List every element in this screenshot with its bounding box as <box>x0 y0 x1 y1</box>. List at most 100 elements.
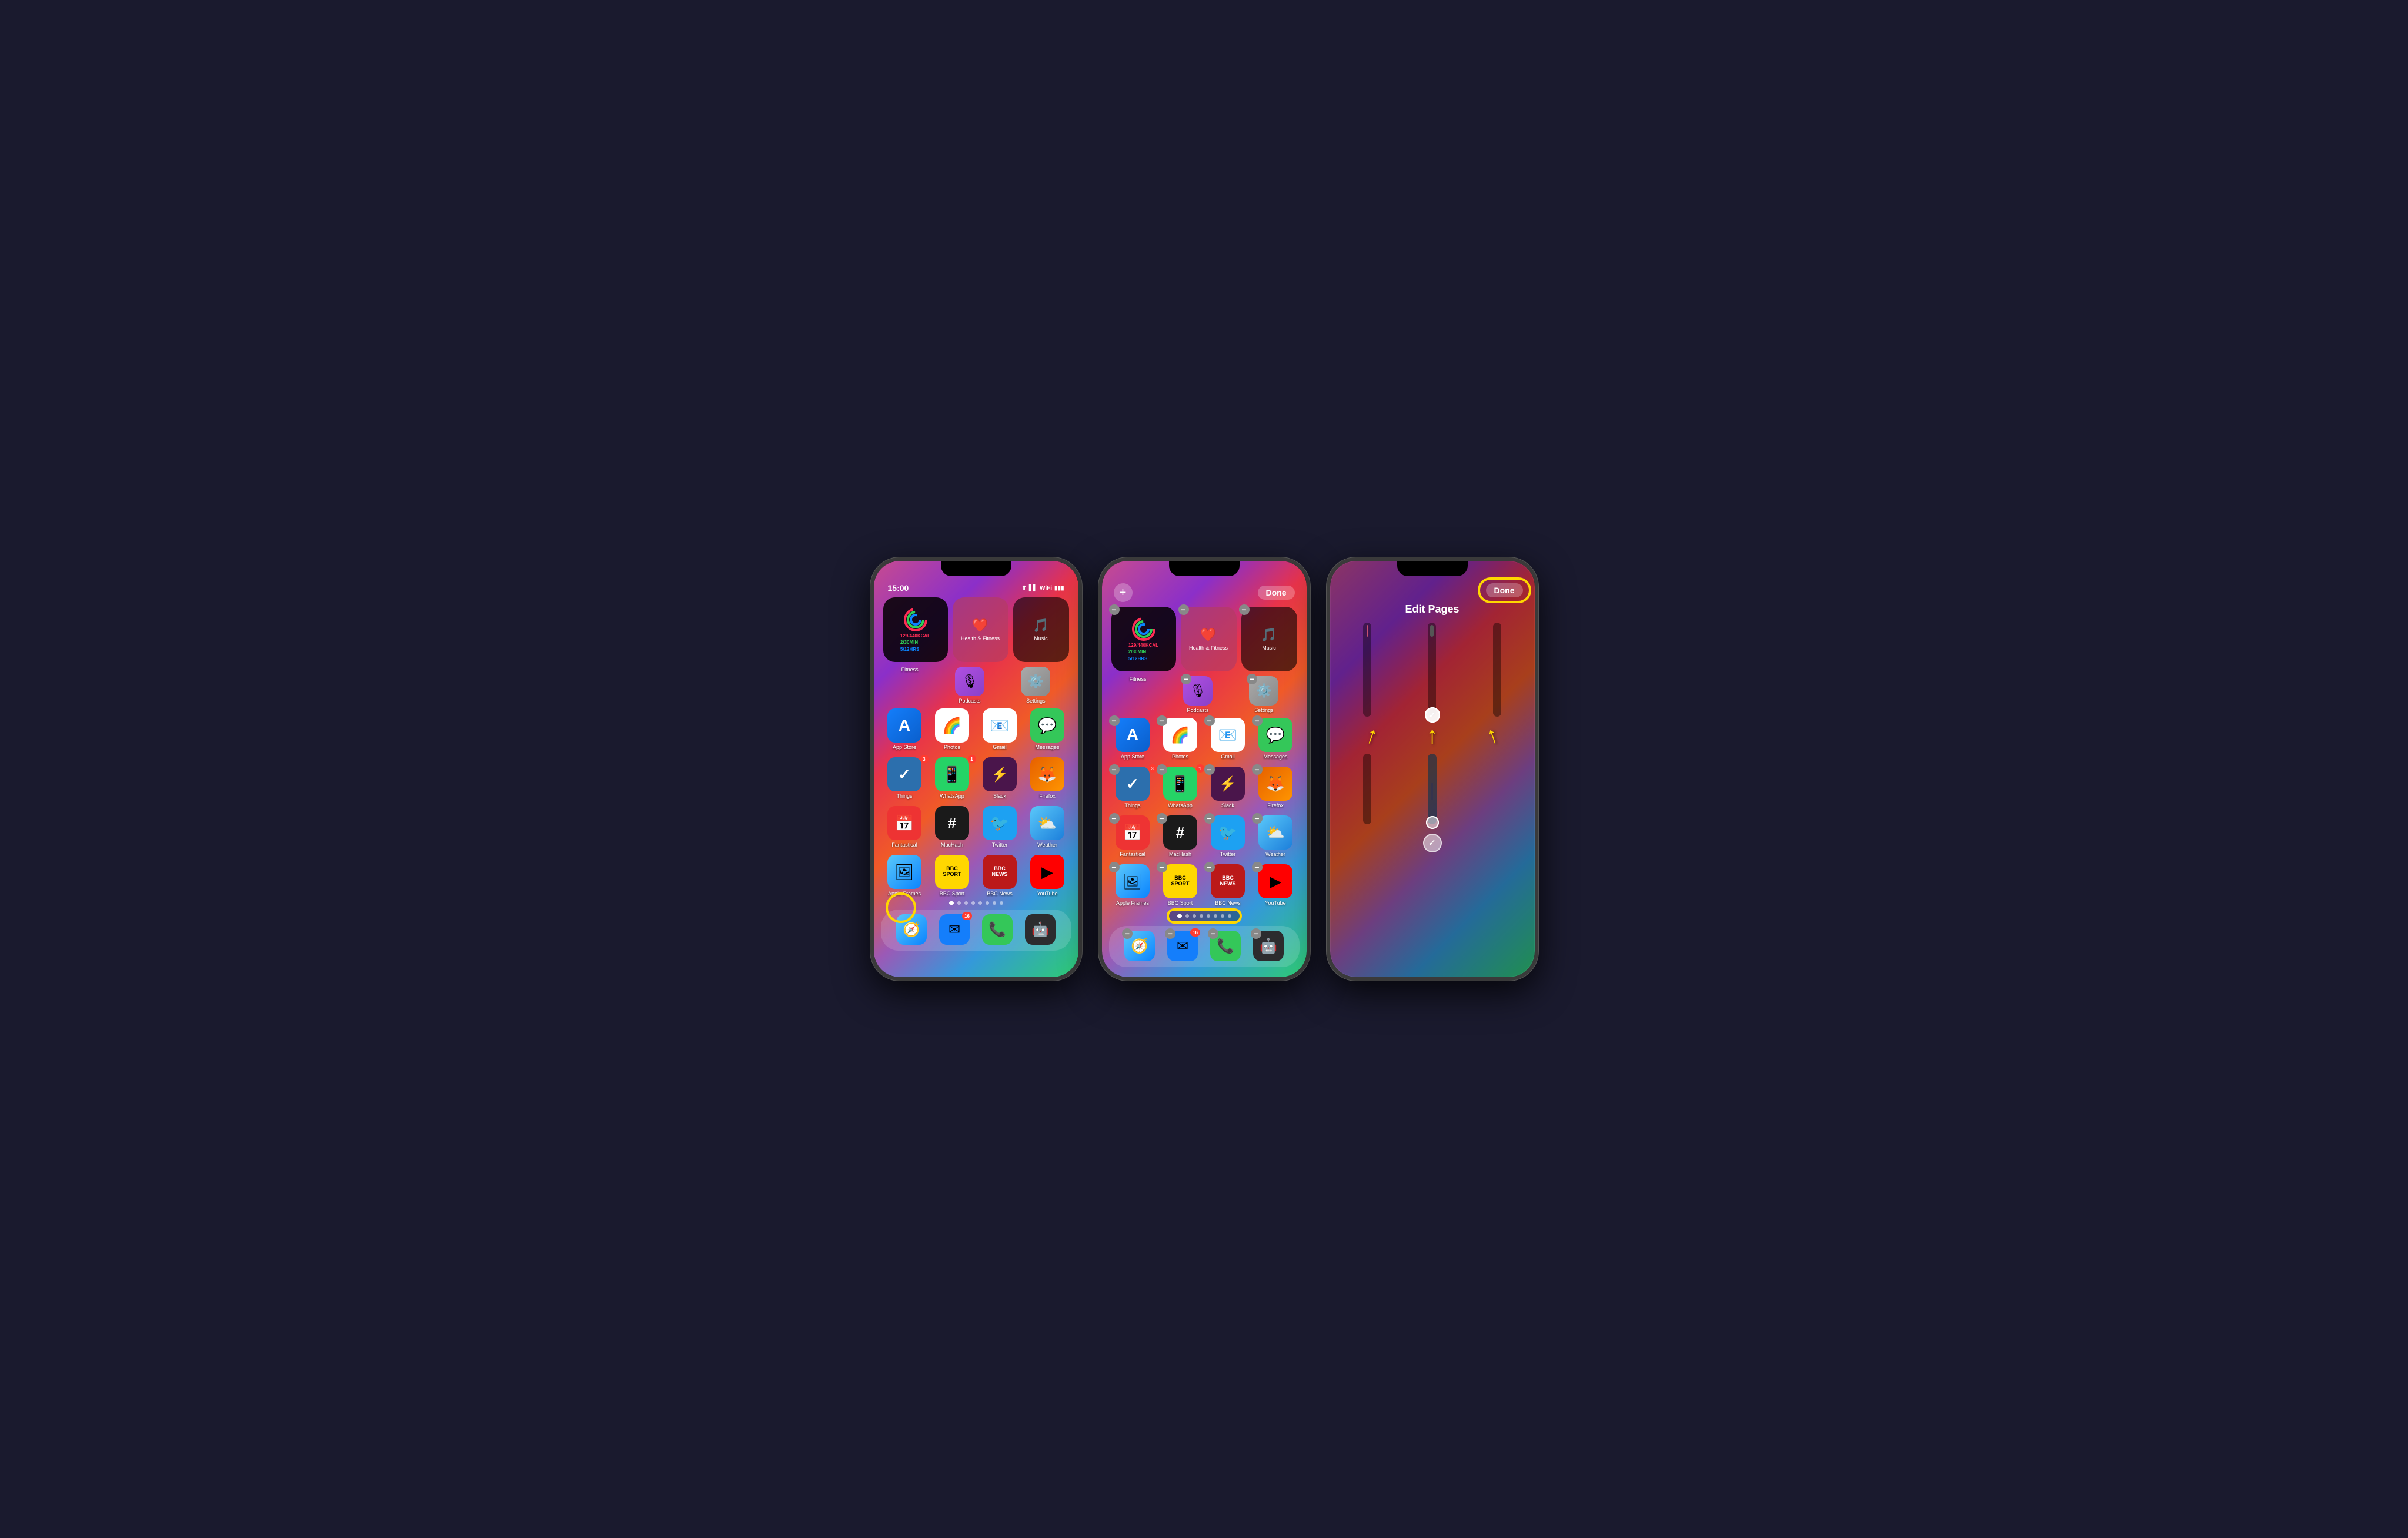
firefox-1[interactable]: 🦊 Firefox <box>1026 757 1069 799</box>
fitness-widget-2[interactable]: − 129/440KCAL 2/30MIN 5/12HRS <box>1111 607 1176 671</box>
whatsapp-minus-2[interactable]: − <box>1157 764 1167 775</box>
mango-minus-dock-2[interactable]: − <box>1251 928 1261 939</box>
bbc-news-2[interactable]: − BBCNEWS BBC News <box>1207 864 1250 906</box>
machash-minus-2[interactable]: − <box>1157 813 1167 824</box>
app-store-minus-2[interactable]: − <box>1109 715 1120 726</box>
mail-dock-1[interactable]: ✉ 16 <box>939 914 970 945</box>
done-button-2[interactable]: Done <box>1258 586 1295 600</box>
mail-dock-2[interactable]: − ✉ 16 <box>1167 931 1198 961</box>
twitter-2[interactable]: − 🐦 Twitter <box>1207 815 1250 857</box>
page-thumb-2[interactable]: ✓ <box>1402 623 1462 717</box>
podcasts-app-1[interactable]: 🎙 Podcasts <box>955 667 984 704</box>
firefox-minus-2[interactable]: − <box>1252 764 1263 775</box>
apple-frames-minus-2[interactable]: − <box>1109 862 1120 872</box>
page-thumb-4[interactable] <box>1337 754 1398 824</box>
bbc-news-icon-1: BBCNEWS <box>983 855 1017 889</box>
mail-minus-dock-2[interactable]: − <box>1165 928 1175 939</box>
settings-label-1: Settings <box>1026 698 1046 704</box>
photos-2[interactable]: − 🌈 Photos <box>1159 718 1202 760</box>
things-2[interactable]: − ✓ 3 Things <box>1111 767 1154 808</box>
health-minus-btn[interactable]: − <box>1178 604 1189 615</box>
empty-slot <box>1467 754 1528 824</box>
apple-frames-2[interactable]: − 🖼 Apple Frames <box>1111 864 1154 906</box>
safari-dock-2[interactable]: − 🧭 <box>1124 931 1155 961</box>
gmail-2[interactable]: − 📧 Gmail <box>1207 718 1250 760</box>
app-store-1[interactable]: A App Store <box>883 708 926 750</box>
slack-2[interactable]: − ⚡ Slack <box>1207 767 1250 808</box>
slack-minus-2[interactable]: − <box>1204 764 1215 775</box>
dot-1-2[interactable] <box>957 901 961 905</box>
dock-2: − 🧭 − ✉ 16 − 📞 − 🤖 <box>1109 926 1300 967</box>
messages-minus-2[interactable]: − <box>1252 715 1263 726</box>
messages-1[interactable]: 💬 Messages <box>1026 708 1069 750</box>
fitness-app-1[interactable]: Fitness <box>901 667 919 704</box>
things-minus-2[interactable]: − <box>1109 764 1120 775</box>
phone-dock-2[interactable]: − 📞 <box>1210 931 1241 961</box>
twitter-1[interactable]: 🐦 Twitter <box>978 806 1021 848</box>
bbc-news-icon-2: BBCNEWS <box>1211 864 1245 898</box>
photos-minus-2[interactable]: − <box>1157 715 1167 726</box>
yellow-arrow-2: ↑ <box>1426 723 1438 749</box>
bbc-news-minus-2[interactable]: − <box>1204 862 1215 872</box>
page-thumb-1[interactable]: ✓ <box>1337 623 1398 717</box>
dot-1-8[interactable] <box>1000 901 1003 905</box>
things-1[interactable]: ✓ 3 Things <box>883 757 926 799</box>
machash-2[interactable]: − # MacHash <box>1159 815 1202 857</box>
slack-1[interactable]: ⚡ Slack <box>978 757 1021 799</box>
messages-2[interactable]: − 💬 Messages <box>1254 718 1297 760</box>
music-minus-btn[interactable]: − <box>1239 604 1250 615</box>
dot-1-7[interactable] <box>993 901 996 905</box>
twitter-minus-2[interactable]: − <box>1204 813 1215 824</box>
mail-badge-1: 16 <box>962 912 972 920</box>
weather-2[interactable]: − ⛅ Weather <box>1254 815 1297 857</box>
dot-1-3[interactable] <box>964 901 968 905</box>
weather-1[interactable]: ⛅ Weather <box>1026 806 1069 848</box>
music-widget-1[interactable]: 🎵 Music <box>1013 597 1069 662</box>
bbc-sport-minus-2[interactable]: − <box>1157 862 1167 872</box>
fitness-widget-1[interactable]: 129/440KCAL 2/30MIN 5/12HRS <box>883 597 948 662</box>
fitness-minus-btn[interactable]: − <box>1109 604 1120 615</box>
settings-app-1[interactable]: ⚙️ Settings <box>1021 667 1050 704</box>
mango-dock-2[interactable]: − 🤖 <box>1253 931 1284 961</box>
page-thumb-5[interactable] <box>1402 754 1462 824</box>
settings-app-2[interactable]: − ⚙️ Settings <box>1249 676 1278 713</box>
fantastical-2[interactable]: − 📅 Fantastical <box>1111 815 1154 857</box>
apple-frames-1[interactable]: 🖼 Apple Frames <box>883 855 926 897</box>
safari-minus-dock-2[interactable]: − <box>1122 928 1133 939</box>
add-page-button[interactable]: + <box>1114 583 1133 602</box>
dot-1-4[interactable] <box>971 901 975 905</box>
youtube-2[interactable]: − ▶ YouTube <box>1254 864 1297 906</box>
weather-minus-2[interactable]: − <box>1252 813 1263 824</box>
bbc-sport-1[interactable]: BBCSPORT BBC Sport <box>931 855 974 897</box>
gmail-icon-2: 📧 <box>1211 718 1245 752</box>
health-widget-1[interactable]: ❤️ Health & Fitness <box>953 597 1008 662</box>
firefox-2[interactable]: − 🦊 Firefox <box>1254 767 1297 808</box>
machash-1[interactable]: # MacHash <box>931 806 974 848</box>
podcasts-app-2[interactable]: − 🎙 Podcasts <box>1183 676 1213 713</box>
whatsapp-2[interactable]: − 📱 1 WhatsApp <box>1159 767 1202 808</box>
bbc-news-1[interactable]: BBCNEWS BBC News <box>978 855 1021 897</box>
app-store-icon-1: A <box>887 708 921 743</box>
gmail-1[interactable]: 📧 Gmail <box>978 708 1021 750</box>
page-thumb-3[interactable]: ✓ <box>1467 623 1528 717</box>
app-store-2[interactable]: − A App Store <box>1111 718 1154 760</box>
youtube-minus-2[interactable]: − <box>1252 862 1263 872</box>
gmail-minus-2[interactable]: − <box>1204 715 1215 726</box>
phone-dock-1[interactable]: 📞 <box>982 914 1013 945</box>
signal-icon: ▌▌ <box>1029 585 1037 591</box>
dot-1-5[interactable] <box>978 901 982 905</box>
phone-minus-dock-2[interactable]: − <box>1208 928 1218 939</box>
youtube-1[interactable]: ▶ YouTube <box>1026 855 1069 897</box>
mango-dock-1[interactable]: 🤖 <box>1025 914 1056 945</box>
bottom-check-circle[interactable]: ✓ <box>1423 834 1442 852</box>
bbc-sport-2[interactable]: − BBCSPORT BBC Sport <box>1159 864 1202 906</box>
fantastical-1[interactable]: 📅 Fantastical <box>883 806 926 848</box>
health-widget-2[interactable]: − ❤️ Health & Fitness <box>1181 607 1237 671</box>
dot-1-6[interactable] <box>986 901 989 905</box>
dot-1-active[interactable] <box>949 901 954 905</box>
photos-1[interactable]: 🌈 Photos <box>931 708 974 750</box>
whatsapp-1[interactable]: 📱 1 WhatsApp <box>931 757 974 799</box>
fantastical-minus-2[interactable]: − <box>1109 813 1120 824</box>
podcasts-minus-btn[interactable]: − <box>1181 674 1191 684</box>
music-widget-2[interactable]: − 🎵 Music <box>1241 607 1297 671</box>
